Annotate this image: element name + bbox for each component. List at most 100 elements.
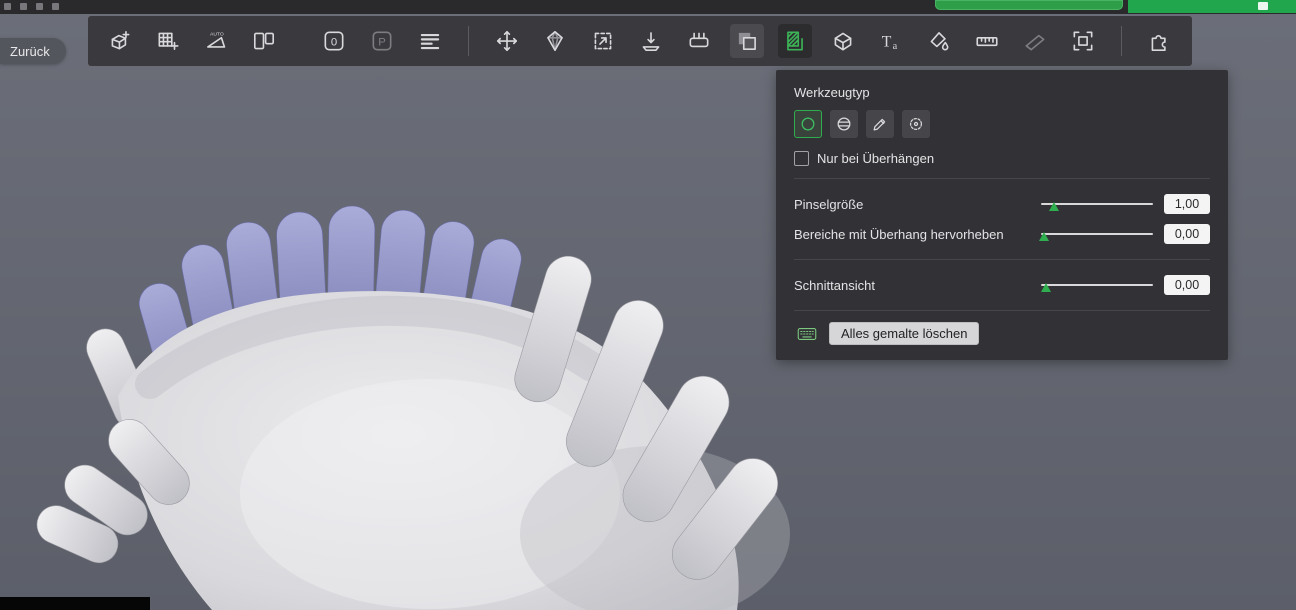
overlap-tool-button[interactable] [730,24,764,58]
titlebar-icon [52,3,59,10]
scale-tool-button[interactable] [586,24,620,58]
flatten-icon [638,28,664,54]
only-overhangs-label: Nur bei Überhängen [817,150,935,166]
connectors-tool-button[interactable] [1143,24,1177,58]
bucket-fill-tool-button[interactable] [902,110,930,138]
text-tool-button[interactable]: Ta [874,24,908,58]
only-overhangs-row[interactable]: Nur bei Überhängen [794,148,1210,168]
only-overhangs-checkbox[interactable] [794,150,809,166]
toolbar-separator [1121,26,1122,56]
back-button[interactable]: Zurück [0,38,66,64]
tool-gap-icon [906,114,926,134]
puzzle-icon [1147,28,1173,54]
clipping-view-label: Schnittansicht [794,277,875,293]
titlebar [0,0,1296,14]
move-tool-button[interactable] [490,24,524,58]
cut-tool-button[interactable] [826,24,860,58]
svg-text:P: P [378,37,386,49]
add-cube-icon [107,28,133,54]
clipping-view-value[interactable]: 0,00 [1164,275,1210,295]
highlight-overhang-label: Bereiche mit Überhang hervorheben [794,226,1004,242]
application-window: Zurück AUTO 0 P Ta Werkzeugtyp Nur bei Über… [0,0,1296,610]
layer-range-tool-button[interactable] [682,24,716,58]
bottom-left-bar [0,597,150,610]
brush-size-slider[interactable] [1041,196,1153,212]
paint-supports-tool-button[interactable] [778,24,812,58]
highlight-overhang-value[interactable]: 0,00 [1164,224,1210,244]
add-object-button[interactable] [103,24,137,58]
seam-tool-button[interactable] [1018,24,1052,58]
action-button-partial[interactable] [1128,0,1296,13]
paint-icon [926,28,952,54]
toolbar-separator [468,26,469,56]
titlebar-icon [36,3,43,10]
tool-sphere-icon [834,114,854,134]
back-button-label: Zurück [10,43,50,59]
svg-text:0: 0 [331,37,337,49]
smart-fill-tool-button[interactable] [866,110,894,138]
paint-tool-button[interactable] [922,24,956,58]
highlight-overhang-slider[interactable] [1038,226,1153,242]
grid-add-icon [155,28,181,54]
brush-size-label: Pinselgröße [794,196,864,212]
viewport-3d[interactable]: Zurück AUTO 0 P Ta Werkzeugtyp Nur bei Über… [0,14,1296,610]
panel-title: Werkzeugtyp [794,85,870,100]
svg-text:T: T [882,33,892,50]
clear-painted-button[interactable]: Alles gemalte löschen [829,322,980,345]
panel-divider [794,178,1210,179]
tool-circle-icon [798,114,818,134]
cage-icon [1070,28,1096,54]
titlebar-icon [4,3,11,10]
clipping-view-slider[interactable] [1041,277,1153,293]
clipping-view-row: Schnittansicht 0,00 [794,270,1210,300]
text-tool-icon: Ta [878,28,904,54]
tool-type-row [794,110,1210,138]
svg-text:AUTO: AUTO [210,32,224,38]
variable-layer-height-button[interactable] [413,24,447,58]
titlebar-left-fragment [4,3,59,10]
badge-zero-button[interactable]: 0 [317,24,351,58]
brush-size-row: Pinselgröße 1,00 [794,189,1210,219]
panel-divider [794,310,1210,311]
slider-track[interactable] [1041,233,1153,235]
svg-text:a: a [893,41,898,52]
ruler-icon [974,28,1000,54]
button-glyph-fragment [1258,2,1268,10]
tool-fill-icon [870,114,890,134]
badge-zero-icon: 0 [321,28,347,54]
rotate-icon [542,28,568,54]
panel-divider [794,259,1210,260]
slider-thumb[interactable] [1048,202,1059,211]
transform-cage-tool-button[interactable] [1066,24,1100,58]
highlight-overhang-row: Bereiche mit Überhang hervorheben 0,00 [794,219,1210,249]
split-objects-button[interactable] [247,24,281,58]
brush-circle-tool-button[interactable] [794,110,822,138]
slider-thumb[interactable] [1041,283,1052,292]
slider-thumb[interactable] [1038,232,1049,241]
auto-orient-button[interactable]: AUTO [199,24,233,58]
main-toolbar: AUTO 0 P Ta [88,16,1192,66]
slab-icon [686,28,712,54]
brush-sphere-tool-button[interactable] [830,110,858,138]
supports-icon [782,28,808,54]
titlebar-icon [20,3,27,10]
keyboard-shortcuts-icon[interactable] [794,324,820,344]
panel-bottom-row: Alles gemalte löschen [794,322,1210,345]
brush-size-value[interactable]: 1,00 [1164,194,1210,214]
place-on-face-tool-button[interactable] [634,24,668,58]
auto-orient-icon: AUTO [203,28,229,54]
layer-lines-icon [417,28,443,54]
move-icon [494,28,520,54]
arrange-button[interactable] [151,24,185,58]
rotate-tool-button[interactable] [538,24,572,58]
badge-p-icon: P [369,28,395,54]
cut-box-icon [830,28,856,54]
copy-layout-icon [251,28,277,54]
seam-icon [1022,28,1048,54]
measure-tool-button[interactable] [970,24,1004,58]
scale-icon [590,28,616,54]
badge-p-button[interactable]: P [365,24,399,58]
tool-panel: Werkzeugtyp Nur bei Überhängen Pinselgrö… [776,70,1228,360]
export-button-partial[interactable] [935,0,1123,10]
slider-track[interactable] [1041,284,1153,286]
